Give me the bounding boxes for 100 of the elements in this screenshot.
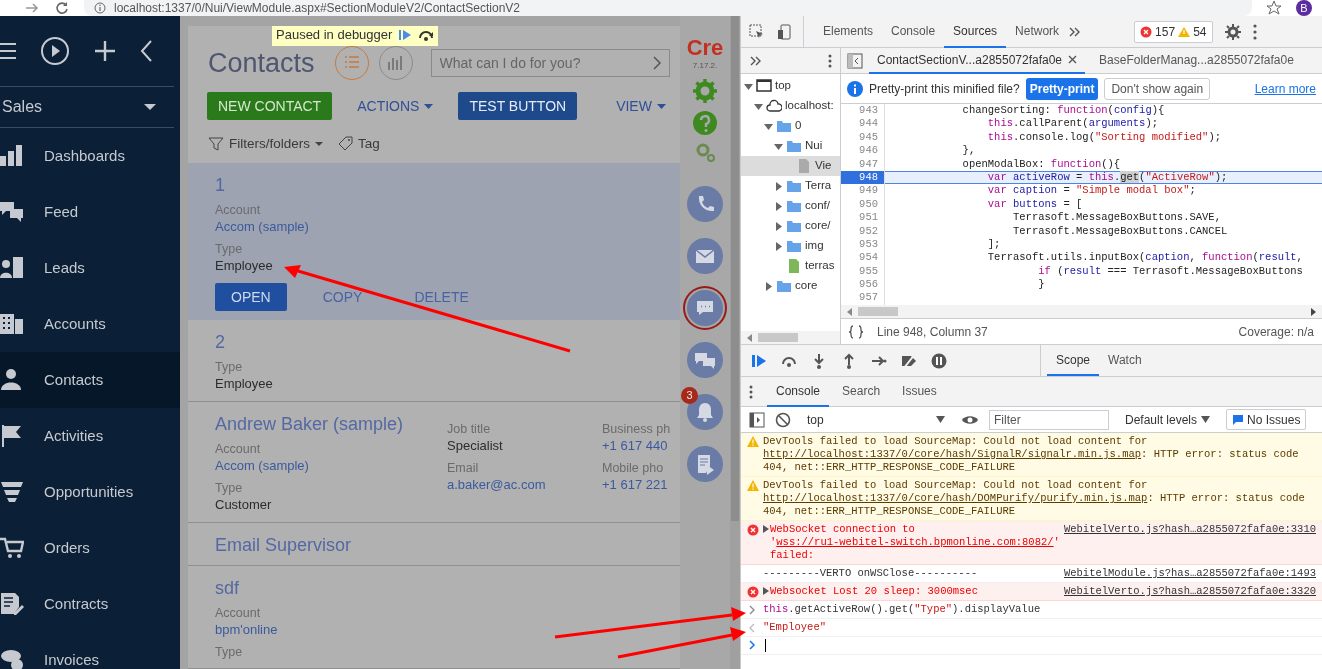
step-over-icon[interactable] [418,28,435,42]
scrollbar-thumb[interactable] [858,307,898,316]
menu-icon[interactable] [0,40,16,62]
tree-item[interactable]: localhost: [741,96,840,116]
communication-button[interactable] [687,238,723,274]
line-number[interactable]: 945 [841,130,885,145]
dont-show-button[interactable]: Don't show again [1104,77,1211,100]
source-link[interactable]: WebitelVerto.js?hash…a2855072fafa0e:3310 [1063,523,1316,562]
clear-console-icon[interactable] [775,411,791,428]
pretty-print-button[interactable]: Pretty-print [1025,77,1099,100]
chevron-left-icon[interactable] [140,39,154,63]
devtools-tab[interactable]: Network [1006,15,1069,48]
drawer-tab[interactable]: Search [833,376,890,407]
issues-button[interactable]: No Issues [1226,409,1307,430]
tree-item[interactable]: Vie [741,156,840,176]
message-link[interactable]: http://localhost:1337/0/core/hash/DOMPurify/purify.min.js.map [763,492,1148,504]
tree-item[interactable]: Nui [741,136,840,156]
line-number[interactable]: 943 [841,104,885,118]
line-number[interactable]: 947 [841,157,885,171]
scroll-left-icon[interactable] [747,333,752,342]
tree-item[interactable]: Terra [741,176,840,196]
line-number[interactable]: 948 [841,170,885,185]
action-button[interactable]: NEW CONTACT [207,92,333,120]
tree-item[interactable]: core/ [741,216,840,236]
sidebar-item[interactable]: Dashboards [0,128,180,184]
devtools-tab[interactable]: Elements [814,15,883,48]
line-number[interactable]: 946 [841,144,885,158]
sidebar-tab[interactable]: Watch [1099,346,1151,376]
info-icon[interactable] [94,2,106,14]
tag-filter[interactable]: Tag [337,134,380,155]
filter-field[interactable]: Filter [989,409,1109,430]
drawer-tab[interactable]: Issues [893,376,946,407]
levels-select[interactable]: Default levels [1119,409,1217,430]
source-link[interactable]: WebitelModule.js?has…a2855072fafa0e:1493 [1063,567,1316,580]
plus-icon[interactable] [94,40,116,62]
collapsed-arrow-icon[interactable] [764,281,773,291]
learn-more-link[interactable]: Learn more [1254,79,1316,98]
tree-item[interactable]: img [741,236,840,256]
resume-icon[interactable] [751,352,767,369]
sidebar-item[interactable]: Invoices [0,632,180,669]
line-number[interactable]: 953 [841,237,885,252]
tree-item[interactable]: 0 [741,116,840,136]
workplace-selector[interactable]: Sales [0,86,174,128]
issue-counter[interactable]: 157 54 [1134,20,1213,43]
line-number[interactable]: 955 [841,264,885,279]
source-link[interactable]: WebitelVerto.js?hash…a2855072fafa0e:3320 [1063,585,1316,598]
action-button[interactable]: TEST BUTTON [458,92,578,120]
communication-button[interactable] [687,446,723,482]
tree-item[interactable]: core [741,276,840,296]
expand-triangle-icon[interactable] [763,524,769,534]
filters-menu[interactable]: Filters/folders [208,134,324,155]
communication-button[interactable] [687,342,723,378]
message-link[interactable]: http://localhost:1337/0/core/hash/SignalR/signalr.min.js.map [763,448,1142,460]
tree-item[interactable]: conf/ [741,196,840,216]
line-number[interactable]: 944 [841,117,885,131]
sidebar-item[interactable]: Leads [0,240,180,296]
address-bar[interactable]: localhost:1337/0/Nui/ViewModule.aspx#SectionModuleV2/ContactSectionV2 [84,0,1252,16]
sidebar-toggle-icon[interactable] [749,411,765,428]
sidebar-item[interactable]: Contracts [0,576,180,632]
scroll-right-icon[interactable] [1311,307,1316,316]
scrollbar[interactable] [730,16,740,669]
more-icon[interactable] [1252,23,1257,40]
line-number[interactable]: 951 [841,211,885,225]
star-icon[interactable] [1266,0,1282,16]
search-field[interactable]: What can I do for you? [430,49,670,77]
play-circle-icon[interactable] [40,36,70,66]
line-number[interactable]: 950 [841,197,885,212]
line-number[interactable]: 952 [841,224,885,238]
message-link[interactable]: wss://ru1-webitel-switch.bpmonline.com:8082/ [776,536,1054,548]
braces-icon[interactable] [849,324,863,339]
scroll-left-icon[interactable] [847,307,852,316]
step-into-icon[interactable] [811,352,827,369]
reload-icon[interactable] [54,0,70,16]
line-number[interactable]: 949 [841,184,885,198]
menu-button[interactable]: VIEW [605,92,677,120]
settings-icon[interactable] [1224,23,1241,40]
expand-triangle-icon[interactable] [763,586,769,596]
inspect-icon[interactable] [749,23,765,40]
record-card[interactable]: 1 Account Accom (sample) Type Employee OPEN COPY DELETE [188,163,680,321]
sidebar-item[interactable]: Accounts [0,296,180,352]
close-icon[interactable] [1068,55,1078,64]
device-icon[interactable] [777,23,791,40]
more-icon[interactable] [828,53,832,68]
more-icon[interactable] [749,384,753,399]
line-number[interactable]: 956 [841,278,885,292]
sidebar-item[interactable]: Feed [0,184,180,240]
drawer-tab[interactable]: Console [767,376,830,407]
devtools-tab[interactable]: Console [882,15,945,48]
sidebar-item[interactable]: Activities [0,408,180,464]
context-select[interactable]: top [801,409,951,430]
profile-avatar[interactable]: B [1296,0,1312,16]
line-number[interactable]: 954 [841,251,885,265]
file-tab[interactable]: ContactSectionV...a2855072fafa0e [869,47,1086,74]
pause-icon[interactable] [931,352,947,369]
menu-button[interactable]: ACTIONS [346,92,445,120]
sidebar-item[interactable]: Orders [0,520,180,576]
sidebar-item[interactable]: Contacts [0,352,180,408]
communication-button[interactable] [687,290,723,326]
line-number[interactable]: 957 [841,291,885,305]
scrollbar-thumb[interactable] [758,333,798,342]
